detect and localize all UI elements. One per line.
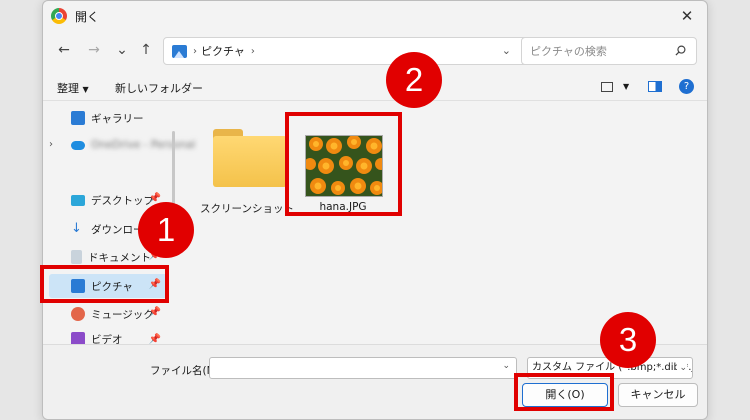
new-folder-button[interactable]: 新しいフォルダー [115, 80, 203, 96]
pin-icon: 📌 [148, 307, 161, 318]
filename-input[interactable]: ⌄ [209, 357, 517, 379]
breadcrumb-separator-icon: › [193, 45, 197, 57]
organize-label: 整理 [57, 82, 79, 95]
dialog-title: 開く [75, 9, 100, 24]
file-item-screenshots-folder[interactable]: スクリーンショット [199, 109, 295, 219]
up-button[interactable]: ↑ [137, 41, 155, 59]
forward-button[interactable]: → [85, 41, 103, 59]
breadcrumb-chevron-icon[interactable]: › [251, 46, 255, 57]
back-button[interactable]: ← [55, 41, 73, 59]
sidebar-item-label: OneDrive - Personal [91, 139, 196, 151]
step-badge-1: 1 [138, 202, 194, 258]
preview-pane-icon[interactable] [648, 81, 662, 92]
highlight-pictures [40, 265, 169, 303]
view-options-caret-icon[interactable]: ▼ [623, 82, 629, 91]
music-icon [71, 307, 85, 321]
title-bar: 開く ✕ [43, 1, 707, 31]
sidebar-item-label: ミュージック [91, 308, 154, 321]
caret-down-icon: ▼ [82, 85, 89, 94]
download-icon: ↓ [71, 221, 82, 236]
chevron-down-icon: ⌄ [116, 42, 128, 58]
folder-icon [213, 129, 287, 187]
step-badge-2: 2 [386, 52, 442, 108]
highlight-hana-jpg [285, 112, 402, 216]
sidebar-item-onedrive[interactable]: OneDrive - Personal [49, 133, 195, 157]
sidebar-item-label: ドキュメント [88, 251, 151, 264]
cloud-icon [71, 140, 85, 150]
sidebar-item-music[interactable]: ミュージック 📌 [49, 302, 169, 326]
highlight-open-button [514, 373, 614, 411]
desktop-icon [71, 194, 85, 206]
recent-locations-button[interactable]: ⌄ [113, 41, 131, 59]
arrow-left-icon: ← [58, 42, 70, 58]
sidebar-item-gallery[interactable]: ギャラリー [49, 106, 169, 130]
folder-body [213, 136, 287, 187]
search-box[interactable]: ピクチャの検索 [521, 37, 697, 65]
document-icon [71, 250, 82, 264]
search-icon [675, 45, 686, 56]
command-bar: 整理 ▼ 新しいフォルダー ▼ ? [43, 73, 707, 101]
close-button[interactable]: ✕ [677, 7, 697, 25]
view-icon[interactable] [601, 82, 613, 92]
arrow-up-icon: ↑ [140, 42, 152, 58]
address-dropdown-icon[interactable]: ⌄ [502, 44, 511, 57]
step-badge-3: 3 [600, 312, 656, 368]
sidebar-item-label: デスクトップ [91, 194, 154, 207]
navigation-bar: ← → ⌄ ↑ › ピクチャ › ⌄ ↻ ピクチャの検索 [43, 31, 707, 69]
close-icon: ✕ [680, 7, 694, 25]
breadcrumb-pictures[interactable]: ピクチャ [201, 43, 245, 59]
sidebar-item-label: ギャラリー [91, 112, 144, 125]
file-name: スクリーンショット [200, 203, 294, 215]
cancel-button[interactable]: キャンセル [618, 383, 698, 407]
organize-button[interactable]: 整理 ▼ [57, 80, 89, 96]
gallery-icon [71, 111, 85, 125]
pictures-icon [172, 44, 187, 58]
filename-dropdown-icon[interactable]: ⌄ [502, 361, 510, 371]
chrome-logo-icon [51, 8, 67, 24]
filetype-dropdown-icon[interactable]: ⌄ [677, 358, 687, 378]
arrow-right-icon: → [88, 42, 100, 58]
help-icon[interactable]: ? [679, 79, 694, 94]
search-input[interactable]: ピクチャの検索 [530, 43, 607, 59]
address-bar[interactable]: › ピクチャ › ⌄ ↻ [163, 37, 556, 65]
